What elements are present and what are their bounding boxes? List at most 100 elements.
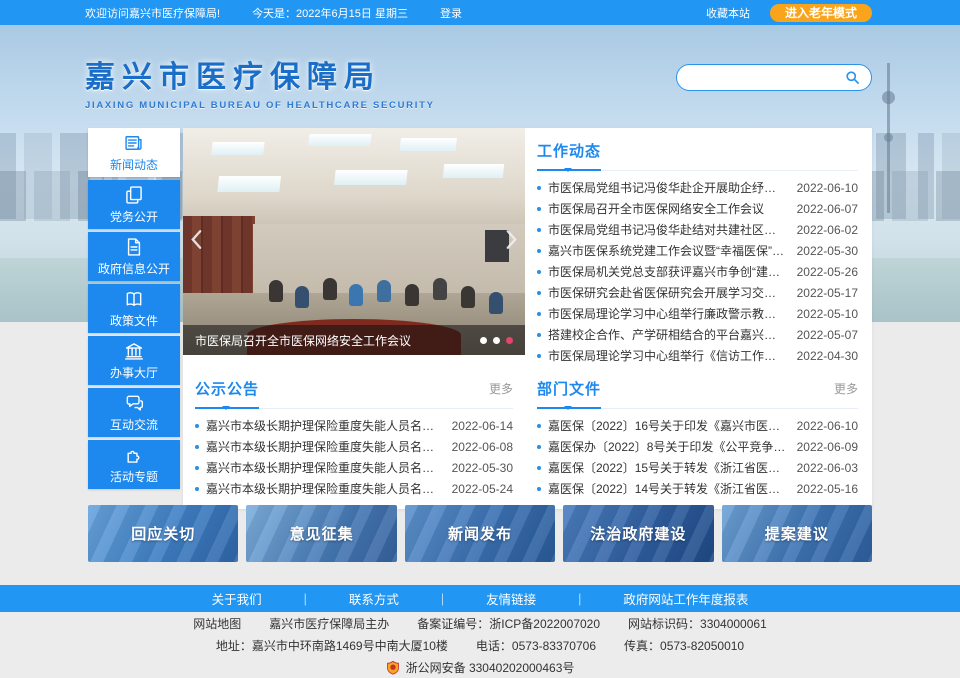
bullet-icon (537, 445, 541, 449)
notice-item[interactable]: 嘉兴市本级长期护理保险重度失能人员名单公示（2... 2022-06-08 (195, 436, 513, 457)
sidebar-item-special-topics[interactable]: 活动专题 (88, 440, 180, 489)
item-title: 市医保局理论学习中心组举行《信访工作条例》专题... (548, 347, 787, 364)
carousel-next-button[interactable] (505, 228, 518, 255)
footer-nav-item-4[interactable]: 政府网站工作年度报表 (581, 589, 790, 608)
login-link[interactable]: 登录 (440, 5, 462, 21)
person-figure (489, 292, 503, 314)
sidebar-item-label: 办事大厅 (110, 364, 158, 381)
dept-file-item[interactable]: 嘉医保〔2022〕15号关于转发《浙江省医疗保...2022-06-03 (537, 457, 858, 478)
favorite-site-link[interactable]: 收藏本站 (706, 5, 750, 21)
sidebar-item-label: 互动交流 (110, 416, 158, 433)
banner-respond-concerns[interactable]: 回应关切 (88, 505, 238, 562)
item-title: 嘉兴市本级长期护理保险重度失能人员名单公示（2... (206, 459, 442, 476)
news-carousel[interactable]: 市医保局召开全市医保网络安全工作会议 (183, 128, 525, 355)
person-figure (323, 278, 337, 300)
sidebar-item-party-affairs[interactable]: 党务公开 (88, 180, 180, 229)
person-figure (269, 280, 283, 302)
sidebar-item-interaction[interactable]: 互动交流 (88, 388, 180, 437)
site-brand: 嘉兴市医疗保障局 JIAXING MUNICIPAL BUREAU OF HEA… (85, 52, 435, 111)
footer-line-1: 网站地图嘉兴市医疗保障局主办备案证编号：浙ICP备2022007020网站标识码… (193, 615, 767, 632)
sidebar-item-gov-info[interactable]: 政府信息公开 (88, 232, 180, 281)
item-title: 市医保局党组书记冯俊华赴结对共建社区指导全国文... (548, 221, 787, 238)
footer-nav-item-3[interactable]: 友情链接 (444, 589, 578, 608)
work-news-item[interactable]: 市医保局党组书记冯俊华赴结对共建社区指导全国文...2022-06-02 (537, 219, 858, 240)
section-work-news: 工作动态 市医保局党组书记冯俊华赴企开展助企纾困活动2022-06-10市医保局… (525, 128, 872, 366)
item-date: 2022-05-07 (797, 328, 858, 342)
search-input[interactable] (677, 65, 845, 90)
banner-proposal-suggestions[interactable]: 提案建议 (722, 505, 872, 562)
item-title: 市医保局党组书记冯俊华赴企开展助企纾困活动 (548, 179, 787, 196)
banner-opinion-collection[interactable]: 意见征集 (246, 505, 396, 562)
bullet-icon (195, 487, 199, 491)
item-date: 2022-06-09 (797, 440, 858, 454)
work-news-item[interactable]: 搭建校企合作、产学研相结合的平台嘉兴市长期护理...2022-05-07 (537, 324, 858, 345)
bullet-icon (537, 466, 541, 470)
bullet-icon (537, 487, 541, 491)
carousel-dot-3[interactable] (506, 337, 513, 344)
work-news-item[interactable]: 市医保局机关党总支部获评嘉兴市争创“建设清廉机...2022-05-26 (537, 261, 858, 282)
sidebar-item-label: 党务公开 (110, 208, 158, 225)
carousel-caption-bar: 市医保局召开全市医保网络安全工作会议 (183, 325, 525, 355)
bullet-icon (537, 270, 541, 274)
dept-file-item[interactable]: 嘉医保〔2022〕16号关于印发《嘉兴市医疗保...2022-06-10 (537, 415, 858, 436)
work-news-title[interactable]: 工作动态 (537, 140, 601, 161)
item-title: 嘉兴市医保系统党建工作会议暨“幸福医保”党建联... (548, 242, 787, 259)
footer-info-text: 电话：0573-83370706 (476, 637, 596, 654)
dept-files-more-link[interactable]: 更多 (834, 380, 858, 397)
item-title: 嘉兴市本级长期护理保险重度失能人员名单公示（2... (206, 480, 442, 497)
work-news-item[interactable]: 市医保局党组书记冯俊华赴企开展助企纾困活动2022-06-10 (537, 177, 858, 198)
work-news-item[interactable]: 嘉兴市医保系统党建工作会议暨“幸福医保”党建联...2022-05-30 (537, 240, 858, 261)
item-title: 嘉医保〔2022〕14号关于转发《浙江省医疗保... (548, 480, 787, 497)
work-news-item[interactable]: 市医保局理论学习中心组举行《信访工作条例》专题...2022-04-30 (537, 345, 858, 366)
police-badge-icon (386, 660, 400, 675)
footer-nav: 关于我们|联系方式|友情链接|政府网站工作年度报表 (0, 585, 960, 612)
item-title: 嘉医保〔2022〕16号关于印发《嘉兴市医疗保... (548, 417, 787, 434)
sidebar-item-label: 活动专题 (110, 468, 158, 485)
notices-header: 公示公告 更多 (195, 374, 513, 409)
newspaper-icon (124, 133, 144, 153)
sidebar-item-news[interactable]: 新闻动态 (88, 128, 180, 177)
sitemap-link[interactable]: 网站地图 (193, 615, 241, 632)
sidebar-item-label: 新闻动态 (110, 156, 158, 173)
notices-more-link[interactable]: 更多 (489, 380, 513, 397)
bullet-icon (537, 291, 541, 295)
puzzle-icon (124, 445, 144, 465)
dept-files-title[interactable]: 部门文件 (537, 378, 601, 399)
item-title: 市医保局理论学习中心组举行廉政警示教育专题学习... (548, 305, 787, 322)
elder-mode-button[interactable]: 进入老年模式 (770, 4, 872, 22)
banner-label: 法治政府建设 (590, 523, 686, 544)
carousel-caption[interactable]: 市医保局召开全市医保网络安全工作会议 (195, 332, 472, 349)
work-news-item[interactable]: 市医保研究会赴省医保研究会开展学习交流活动2022-05-17 (537, 282, 858, 303)
item-title: 嘉兴市本级长期护理保险重度失能人员名单公示（2... (206, 438, 442, 455)
banner-news-release[interactable]: 新闻发布 (405, 505, 555, 562)
notice-item[interactable]: 嘉兴市本级长期护理保险重度失能人员名单公示（2... 2022-05-30 (195, 457, 513, 478)
footer-nav-item-1[interactable]: 关于我们 (170, 589, 304, 608)
footer-info-text: 传真：0573-82050010 (624, 637, 744, 654)
bullet-icon (537, 333, 541, 337)
sidebar-item-policy-files[interactable]: 政策文件 (88, 284, 180, 333)
item-date: 2022-05-30 (452, 461, 513, 475)
work-news-item[interactable]: 市医保局理论学习中心组举行廉政警示教育专题学习...2022-05-10 (537, 303, 858, 324)
work-news-item[interactable]: 市医保局召开全市医保网络安全工作会议2022-06-07 (537, 198, 858, 219)
main-panel: 市医保局召开全市医保网络安全工作会议 工作动态 市医保局党组书记冯俊华赴企开展助… (183, 128, 872, 509)
item-date: 2022-05-26 (797, 265, 858, 279)
carousel-dot-1[interactable] (480, 337, 487, 344)
banner-law-based-government[interactable]: 法治政府建设 (563, 505, 713, 562)
footer-info-text: 地址：嘉兴市中环南路1469号中南大厦10楼 (216, 637, 448, 654)
quick-link-banners: 回应关切意见征集新闻发布 法治政府建设 提案建议 (88, 505, 872, 562)
bullet-icon (537, 228, 541, 232)
notice-item[interactable]: 嘉兴市本级长期护理保险重度失能人员名单公示（2...2022-05-24 (195, 478, 513, 499)
notice-item[interactable]: 嘉兴市本级长期护理保险重度失能人员名单公示（2...2022-06-14 (195, 415, 513, 436)
dept-files-list: 嘉医保〔2022〕16号关于印发《嘉兴市医疗保...2022-06-10嘉医保办… (537, 409, 858, 499)
dept-file-item[interactable]: 嘉医保〔2022〕14号关于转发《浙江省医疗保...2022-05-16 (537, 478, 858, 499)
item-date: 2022-06-08 (452, 440, 513, 454)
footer-nav-item-2[interactable]: 联系方式 (307, 589, 441, 608)
search-icon[interactable] (845, 70, 860, 85)
carousel-dot-2[interactable] (493, 337, 500, 344)
carousel-prev-button[interactable] (190, 228, 203, 255)
dept-file-item[interactable]: 嘉医保办〔2022〕8号关于印发《公平竞争审查...2022-06-09 (537, 436, 858, 457)
person-figure (349, 284, 363, 306)
topbar: 欢迎访问嘉兴市医疗保障局! 今天是：2022年6月15日 星期三 登录 收藏本站… (0, 0, 960, 25)
sidebar-item-service-hall[interactable]: 办事大厅 (88, 336, 180, 385)
notices-title[interactable]: 公示公告 (195, 378, 259, 399)
